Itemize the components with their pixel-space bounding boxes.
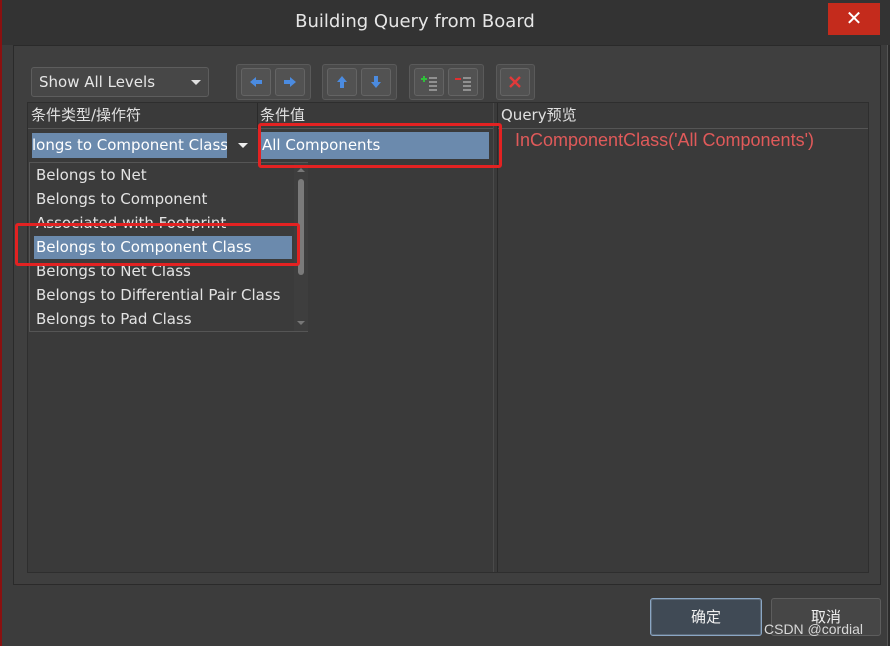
move-up-button[interactable] (327, 68, 357, 96)
move-up-icon (337, 76, 347, 88)
toolbar-group-vertical (322, 64, 397, 100)
remove-row-button[interactable] (448, 68, 478, 96)
move-right-icon (284, 77, 296, 87)
list-item[interactable]: Belongs to Component (34, 188, 292, 211)
level-select[interactable]: Show All Levels (31, 67, 209, 97)
scroll-down-icon[interactable] (294, 318, 308, 328)
level-select-value: Show All Levels (39, 73, 156, 91)
header-condition-type: 条件类型/操作符 (28, 103, 257, 129)
move-left-button[interactable] (241, 68, 271, 96)
dialog-window: Building Query from Board ✕ Show All Lev… (0, 0, 890, 646)
chevron-down-icon (191, 80, 201, 85)
condition-type-cell[interactable]: longs to Component Class (32, 133, 227, 158)
clear-button[interactable] (500, 68, 530, 96)
condition-type-dropdown-button[interactable] (231, 133, 256, 158)
add-row-icon (421, 76, 437, 91)
list-item[interactable]: Belongs to Differential Pair Class (34, 284, 292, 307)
title-bar: Building Query from Board ✕ (2, 0, 890, 45)
move-down-button[interactable] (361, 68, 391, 96)
move-left-icon (250, 77, 262, 87)
add-row-button[interactable] (414, 68, 444, 96)
annotation-box-value (258, 123, 502, 168)
query-grid: 条件类型/操作符 条件值 Query预览 longs to Component … (27, 102, 869, 573)
watermark: CSDN @cordial (764, 621, 864, 637)
ok-button[interactable]: 确定 (650, 598, 762, 636)
close-button[interactable]: ✕ (828, 3, 880, 35)
preview-divider (493, 103, 494, 572)
clear-icon (509, 76, 521, 88)
toolbar-group-rows (409, 64, 484, 100)
dialog-title: Building Query from Board (295, 11, 535, 32)
list-item[interactable]: Belongs to Pad Class (34, 308, 292, 331)
remove-row-icon (455, 77, 471, 91)
move-right-button[interactable] (275, 68, 305, 96)
query-preview-text: InComponentClass('All Components') (515, 130, 815, 150)
chevron-down-icon (238, 143, 248, 148)
header-query-preview: Query预览 (498, 103, 868, 129)
move-down-icon (371, 76, 381, 88)
toolbar-group-clear (496, 64, 535, 100)
toolbar-group-horizontal (236, 64, 311, 100)
annotation-box-selected-item (15, 223, 300, 266)
preview-divider-inner (497, 103, 498, 572)
list-item[interactable]: Belongs to Net (34, 164, 292, 187)
